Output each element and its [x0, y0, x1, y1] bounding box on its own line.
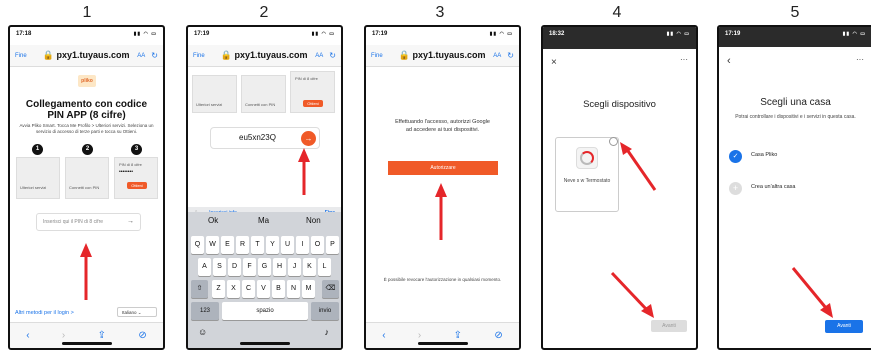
red-arrow-5: [791, 267, 833, 318]
